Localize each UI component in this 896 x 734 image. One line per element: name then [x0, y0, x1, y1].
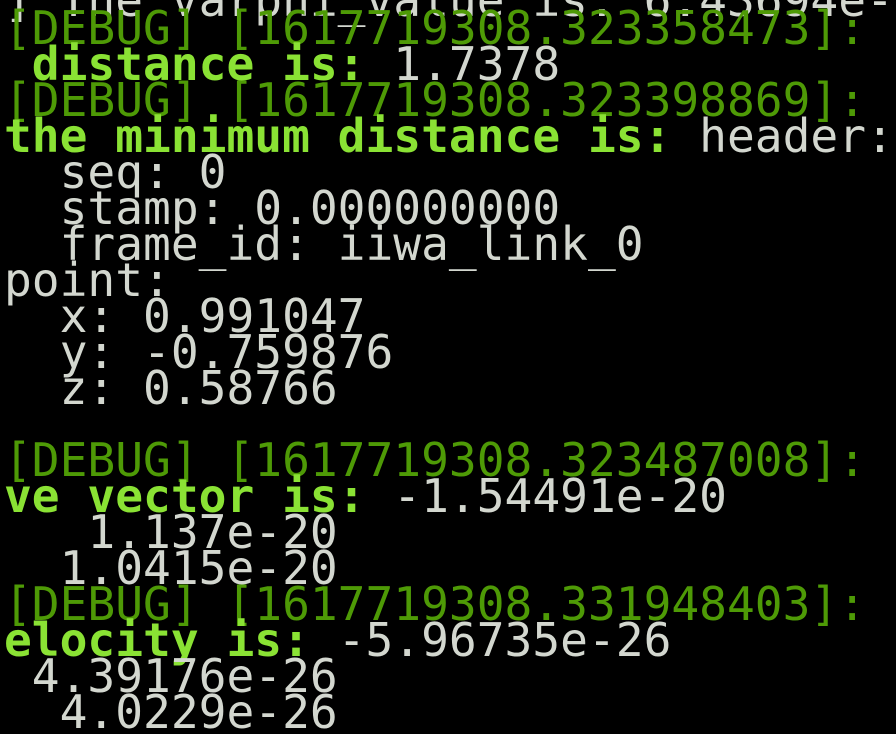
terminal-line: z: 0.58766 [4, 365, 338, 411]
terminal-window[interactable]: ] The varphi_value is: 6.43694e-26 [DEBU… [0, 0, 896, 734]
log-message: lastest minimum [866, 1, 896, 55]
log-message: The repulsive v [866, 577, 896, 631]
terminal-line: 4.0229e-26 [4, 689, 338, 734]
log-value: header: [671, 109, 894, 163]
log-value: -5.96735e-26 [309, 613, 672, 667]
log-value: -1.54491e-20 [365, 469, 727, 523]
log-value: z: 0.58766 [4, 361, 338, 415]
log-message: The sum repulsi [866, 433, 896, 487]
log-value: 4.0229e-26 [4, 685, 338, 734]
